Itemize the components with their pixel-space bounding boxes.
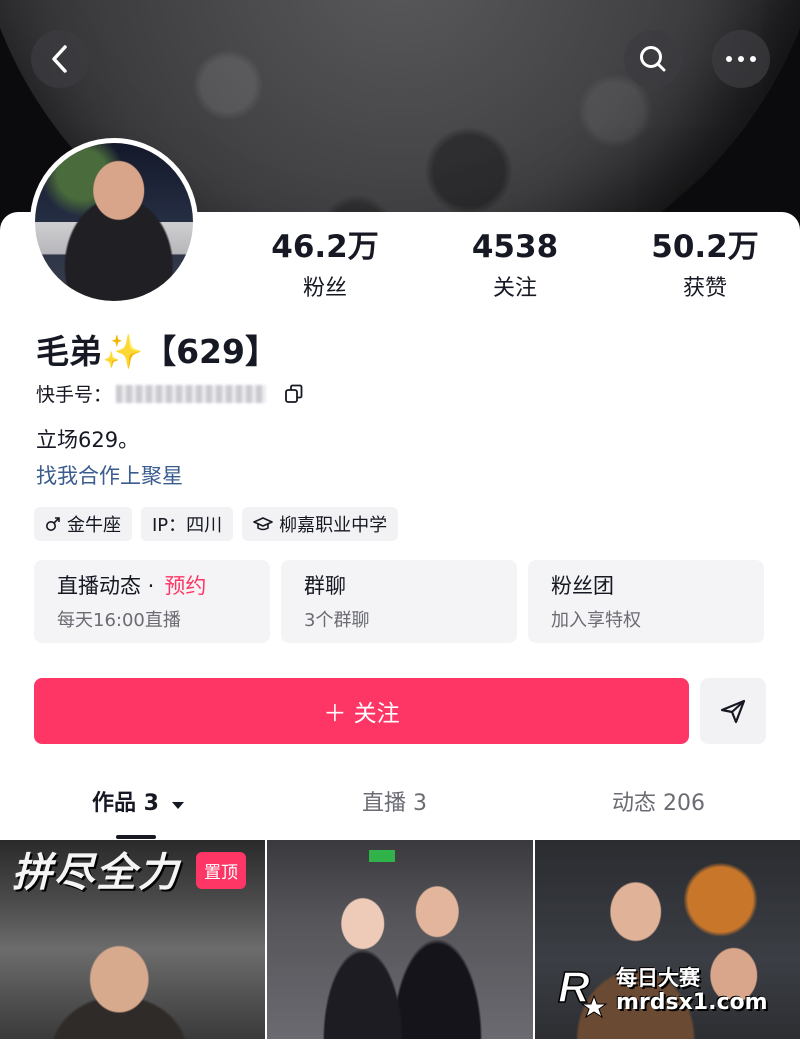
exit-sign	[369, 850, 396, 862]
tab-label: 作品 3	[92, 791, 159, 816]
tag-row: 金牛座 IP：四川 柳嘉职业中学	[34, 507, 399, 541]
stat-value: 50.2万	[651, 229, 759, 265]
back-icon	[52, 45, 67, 73]
more-icon	[726, 56, 756, 62]
search-button[interactable]	[624, 30, 682, 88]
pinned-badge: 置顶	[196, 852, 246, 889]
search-icon	[640, 46, 666, 72]
share-button[interactable]	[700, 678, 766, 744]
stat-likes[interactable]: 50.2万 获赞	[610, 228, 800, 302]
profile-name: 毛弟✨【629】	[36, 332, 278, 371]
card-group-chat[interactable]: 群聊 3个群聊	[281, 560, 517, 643]
feature-cards: 直播动态 · 预约 每天16:00直播 群聊 3个群聊 粉丝团 加入享特权	[34, 560, 764, 643]
more-button[interactable]	[712, 30, 770, 88]
stat-fans[interactable]: 46.2万 粉丝	[230, 228, 420, 302]
tab-live[interactable]: 直播 3	[362, 785, 427, 817]
video-overlay-text: 拼尽全力	[12, 850, 180, 896]
kuaishou-id-label: 快手号：	[36, 384, 113, 406]
tag-ip: IP：四川	[141, 507, 234, 541]
card-title: 粉丝团	[551, 574, 614, 598]
card-subtitle: 加入享特权	[551, 610, 641, 631]
stats-row: 46.2万 粉丝 4538 关注 50.2万 获赞	[230, 228, 800, 302]
tag-label: 金牛座	[67, 515, 121, 536]
kuaishou-id-value-blurred	[116, 384, 267, 403]
card-title: 群聊	[304, 574, 346, 598]
video-thumbnail[interactable]: 拼尽全力 置顶	[0, 840, 266, 1039]
stat-label: 关注	[492, 276, 537, 301]
card-subtitle: 每天16:00直播	[57, 610, 181, 631]
follow-label: ＋ 关注	[323, 701, 400, 727]
send-icon	[720, 699, 746, 724]
card-title-text: 直播动态 ·	[57, 574, 155, 598]
school-icon	[253, 517, 273, 531]
watermark-text: 每日大赛 mrdsx1.com	[616, 966, 768, 1016]
video-thumbnail[interactable]	[267, 840, 533, 1039]
watermark-line1: 每日大赛	[616, 966, 700, 990]
watermark: R 每日大赛 mrdsx1.com	[556, 962, 768, 1020]
back-button[interactable]	[31, 30, 89, 88]
stat-value: 4538	[471, 229, 559, 265]
tab-dynamic[interactable]: 动态 206	[612, 785, 705, 817]
tab-active-indicator	[116, 835, 156, 839]
stat-label: 粉丝	[302, 276, 347, 301]
card-fan-club[interactable]: 粉丝团 加入享特权	[528, 560, 764, 643]
kuaishou-id-row: 快手号：	[36, 380, 304, 407]
male-icon	[46, 517, 60, 531]
card-subtitle: 3个群聊	[304, 610, 370, 631]
follow-button[interactable]: ＋ 关注	[34, 678, 689, 744]
stat-label: 获赞	[682, 276, 727, 301]
watermark-logo: R	[556, 962, 608, 1020]
avatar[interactable]	[30, 138, 198, 306]
copy-icon[interactable]	[284, 384, 304, 404]
card-title: 直播动态 · 预约	[57, 572, 270, 600]
card-live-schedule[interactable]: 直播动态 · 预约 每天16:00直播	[34, 560, 270, 643]
caret-down-icon	[171, 802, 184, 809]
watermark-line2: mrdsx1.com	[616, 990, 768, 1015]
tag-label: 柳嘉职业中学	[279, 515, 388, 536]
stat-following[interactable]: 4538 关注	[420, 228, 610, 302]
tab-works[interactable]: 作品 3	[92, 785, 185, 817]
content-tabs: 作品 3 直播 3 动态 206	[0, 785, 800, 839]
reserve-link[interactable]: 预约	[164, 574, 206, 598]
tag-school[interactable]: 柳嘉职业中学	[242, 507, 399, 541]
stat-value: 46.2万	[271, 229, 379, 265]
cooperation-link[interactable]: 找我合作上聚星	[36, 460, 183, 490]
tag-constellation[interactable]: 金牛座	[34, 507, 132, 541]
tag-label: IP：四川	[152, 515, 223, 536]
bio-text: 立场629。	[36, 428, 140, 452]
